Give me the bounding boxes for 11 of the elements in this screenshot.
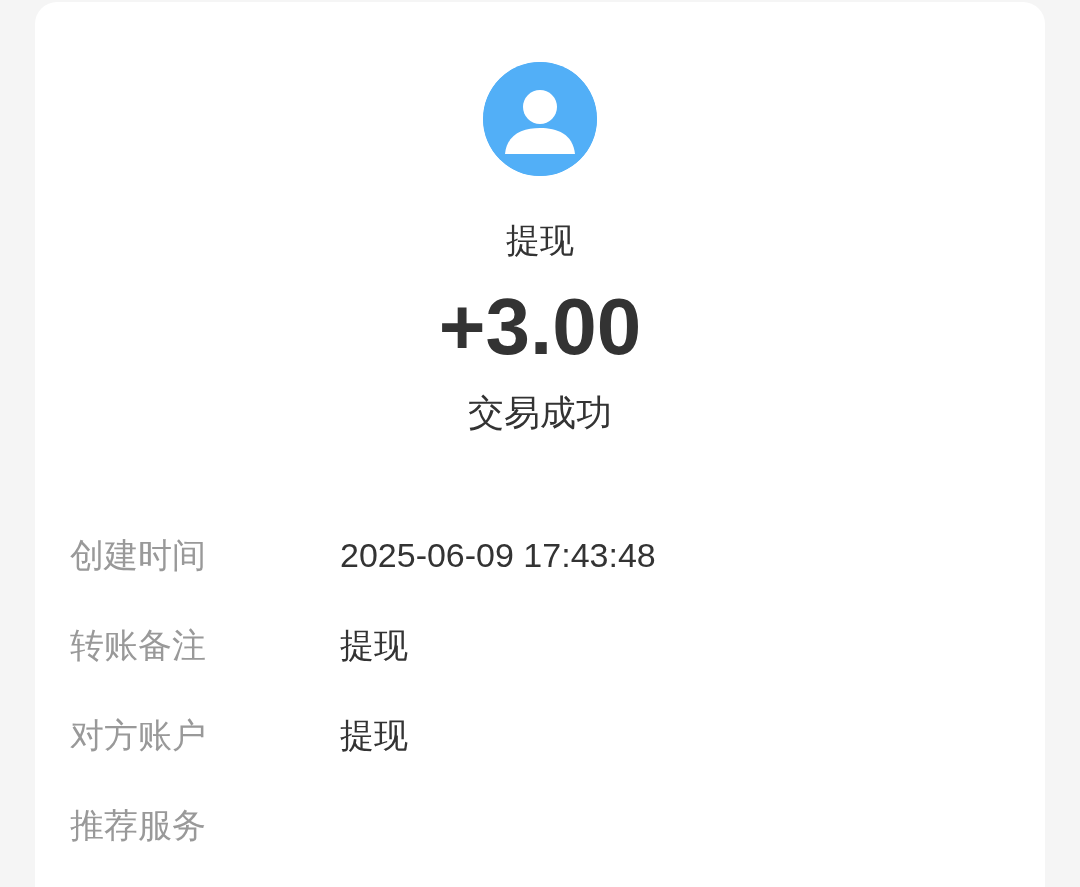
amount: +3.00 bbox=[438, 282, 642, 371]
detail-label: 推荐服务 bbox=[70, 804, 207, 846]
transaction-title: 提现 bbox=[506, 220, 574, 261]
detail-value: 2025-06-09 17:43:48 bbox=[340, 534, 656, 576]
detail-value: 提现 bbox=[340, 714, 408, 756]
detail-value: 提现 bbox=[340, 624, 408, 666]
avatar-icon bbox=[483, 62, 597, 176]
detail-label: 对方账户 bbox=[70, 714, 207, 756]
detail-label: 转账备注 bbox=[70, 624, 207, 666]
transaction-status: 交易成功 bbox=[468, 390, 612, 434]
detail-label: 创建时间 bbox=[70, 534, 207, 576]
